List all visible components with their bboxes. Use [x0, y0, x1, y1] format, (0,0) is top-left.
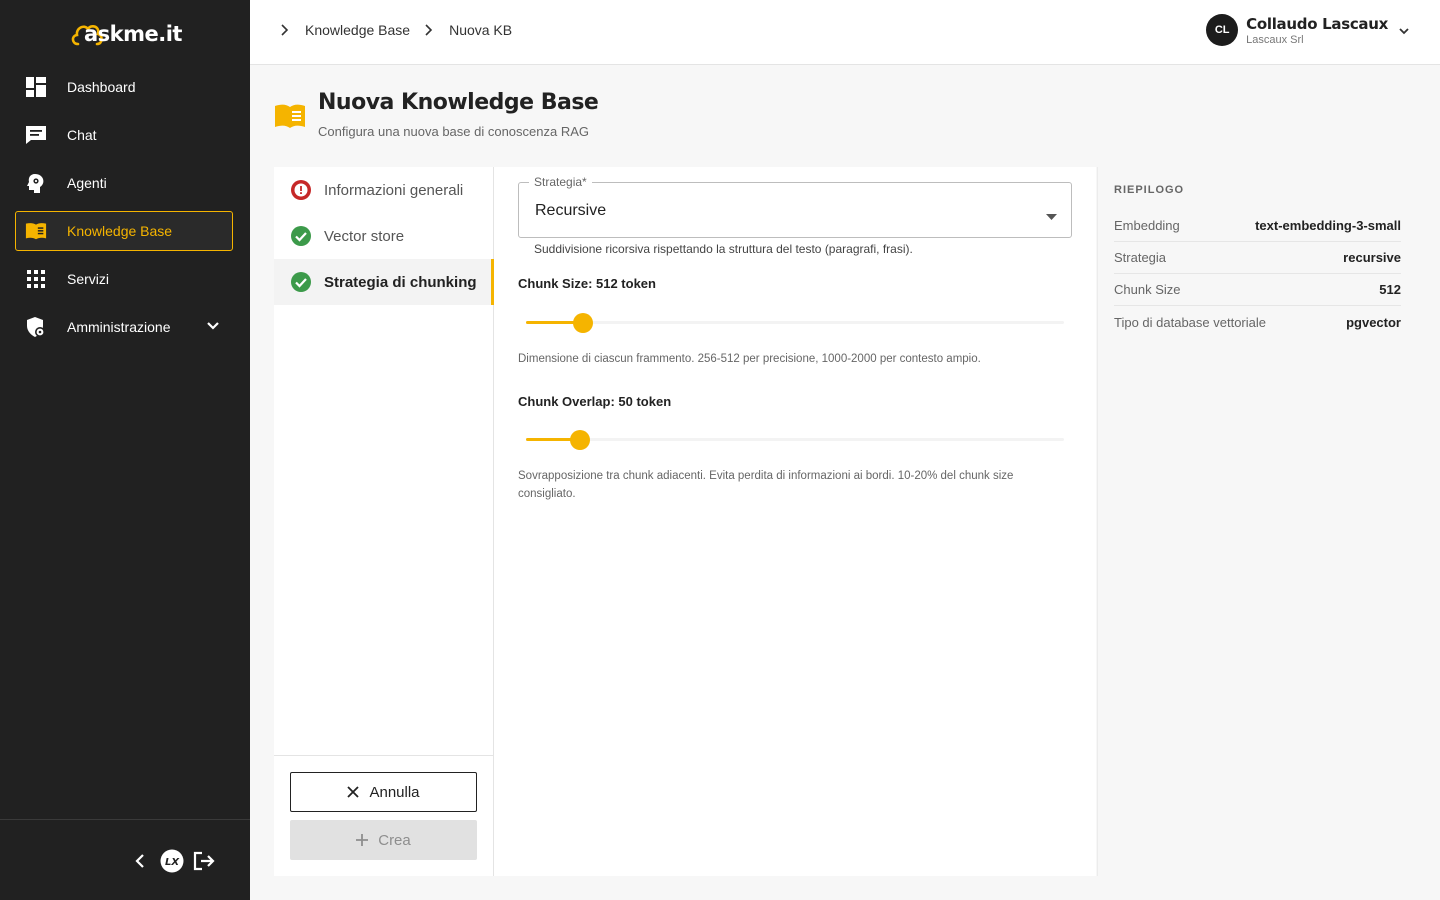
strategy-select[interactable]: Strategia* Recursive	[518, 175, 1072, 238]
summary-panel: RIEPILOGO Embedding text-embedding-3-sma…	[1097, 167, 1416, 876]
chunk-overlap-description: Sovrapposizione tra chunk adiacenti. Evi…	[518, 470, 1014, 500]
dashboard-icon	[25, 76, 47, 98]
page-title: Nuova Knowledge Base	[318, 90, 599, 115]
chevron-right-icon	[280, 24, 302, 36]
breadcrumb: Knowledge Base Nuova KB	[280, 22, 526, 38]
chunk-overlap-label: Chunk Overlap: 50 token	[518, 394, 672, 409]
slider-track	[526, 438, 1064, 441]
summary-value: recursive	[1343, 250, 1401, 265]
sidebar-item-knowledge-base[interactable]: Knowledge Base	[15, 211, 233, 251]
sidebar-item-label: Amministrazione	[67, 319, 171, 335]
lx-logo-icon[interactable]: LX	[160, 849, 184, 873]
wizard-steps: Informazioni generali Vector store Strat…	[274, 167, 494, 876]
summary-list: Embedding text-embedding-3-small Strateg…	[1114, 210, 1401, 338]
summary-row: Tipo di database vettoriale pgvector	[1114, 306, 1401, 338]
sidebar-item-label: Servizi	[67, 271, 110, 287]
grid-icon	[25, 268, 47, 290]
sidebar-item-amministrazione[interactable]: Amministrazione	[15, 307, 233, 347]
summary-key: Embedding	[1114, 218, 1180, 233]
close-icon	[347, 786, 360, 798]
sidebar: askme.it Dashboard Chat Agenti Knowledge…	[0, 0, 250, 900]
chevron-right-icon	[424, 24, 446, 36]
avatar: CL	[1206, 14, 1239, 46]
sidebar-item-chat[interactable]: Chat	[15, 115, 233, 155]
plus-icon	[356, 834, 369, 846]
book-icon	[274, 103, 306, 134]
page-subtitle: Configura una nuova base di conoscenza R…	[318, 124, 590, 139]
agent-head-icon	[25, 172, 47, 194]
create-button-label: Crea	[378, 831, 411, 849]
slider-thumb[interactable]	[569, 430, 590, 450]
cancel-button-label: Annulla	[369, 783, 420, 801]
summary-value: text-embedding-3-small	[1255, 218, 1401, 233]
user-org: Lascaux Srl	[1246, 33, 1304, 46]
cancel-button[interactable]: Annulla	[290, 772, 477, 812]
sidebar-item-dashboard[interactable]: Dashboard	[15, 67, 233, 107]
check-circle-icon	[291, 226, 311, 246]
check-circle-icon	[291, 272, 311, 292]
summary-value: pgvector	[1346, 314, 1401, 330]
strategy-helper-text: Suddivisione ricorsiva rispettando la st…	[534, 242, 913, 256]
user-menu[interactable]: CL Collaudo Lascaux Lascaux Srl	[1206, 14, 1410, 46]
sidebar-item-label: Dashboard	[67, 79, 136, 95]
collapse-sidebar-icon[interactable]	[128, 849, 152, 873]
breadcrumb-item[interactable]: Nuova KB	[424, 22, 526, 38]
divider	[274, 755, 493, 756]
chevron-down-icon[interactable]	[1398, 22, 1410, 40]
sidebar-footer: LX	[0, 819, 250, 900]
sidebar-item-label: Knowledge Base	[67, 223, 173, 239]
lx-logo-text: LX	[165, 857, 180, 868]
summary-row: Strategia recursive	[1114, 242, 1401, 274]
chevron-down-icon	[206, 318, 220, 336]
slider-track	[526, 321, 1064, 324]
summary-key: Strategia	[1114, 250, 1167, 265]
brand-logo[interactable]: askme.it	[70, 18, 182, 50]
strategy-select-value: Recursive	[535, 202, 607, 219]
sidebar-item-servizi[interactable]: Servizi	[15, 259, 233, 299]
admin-shield-icon	[25, 316, 47, 338]
breadcrumb-label[interactable]: Nuova KB	[449, 22, 512, 38]
user-name: Collaudo Lascaux	[1246, 14, 1388, 33]
chunk-size-description: Dimensione di ciascun frammento. 256-512…	[518, 353, 981, 365]
summary-title: RIEPILOGO	[1114, 184, 1185, 196]
logout-icon[interactable]	[192, 849, 216, 873]
step-informazioni-generali[interactable]: Informazioni generali	[274, 167, 493, 213]
summary-row: Embedding text-embedding-3-small	[1114, 210, 1401, 242]
summary-row: Chunk Size 512	[1114, 274, 1401, 306]
sidebar-nav: Dashboard Chat Agenti Knowledge Base Ser…	[15, 67, 233, 355]
sidebar-item-agenti[interactable]: Agenti	[15, 163, 233, 203]
slider-thumb[interactable]	[572, 313, 593, 333]
sidebar-item-label: Agenti	[67, 175, 107, 191]
breadcrumb-label[interactable]: Knowledge Base	[305, 22, 410, 38]
top-bar: Knowledge Base Nuova KB CL Collaudo Lasc…	[250, 0, 1440, 65]
step-strategia-chunking[interactable]: Strategia di chunking	[274, 259, 494, 305]
step-label: Strategia di chunking	[324, 273, 477, 291]
sidebar-item-label: Chat	[67, 127, 97, 143]
summary-key: Chunk Size	[1114, 282, 1181, 297]
chunk-size-label: Chunk Size: 512 token	[518, 276, 656, 291]
chunk-size-slider[interactable]	[526, 312, 1064, 333]
step-label: Informazioni generali	[324, 181, 464, 199]
chunk-overlap-slider[interactable]	[526, 429, 1064, 450]
summary-value: 512	[1379, 282, 1401, 297]
book-icon	[25, 220, 47, 242]
strategy-select-label: Strategia*	[529, 175, 592, 189]
step-vector-store[interactable]: Vector store	[274, 213, 493, 259]
error-icon	[291, 180, 311, 200]
summary-key: Tipo di database vettoriale	[1114, 314, 1267, 330]
dropdown-caret-icon	[1046, 207, 1057, 225]
chat-icon	[25, 124, 47, 146]
brand-name: askme.it	[84, 22, 182, 46]
breadcrumb-item[interactable]: Knowledge Base	[280, 22, 424, 38]
chunking-form: Strategia* Recursive Suddivisione ricors…	[494, 167, 1096, 876]
step-label: Vector store	[324, 227, 405, 245]
create-button[interactable]: Crea	[290, 820, 477, 860]
